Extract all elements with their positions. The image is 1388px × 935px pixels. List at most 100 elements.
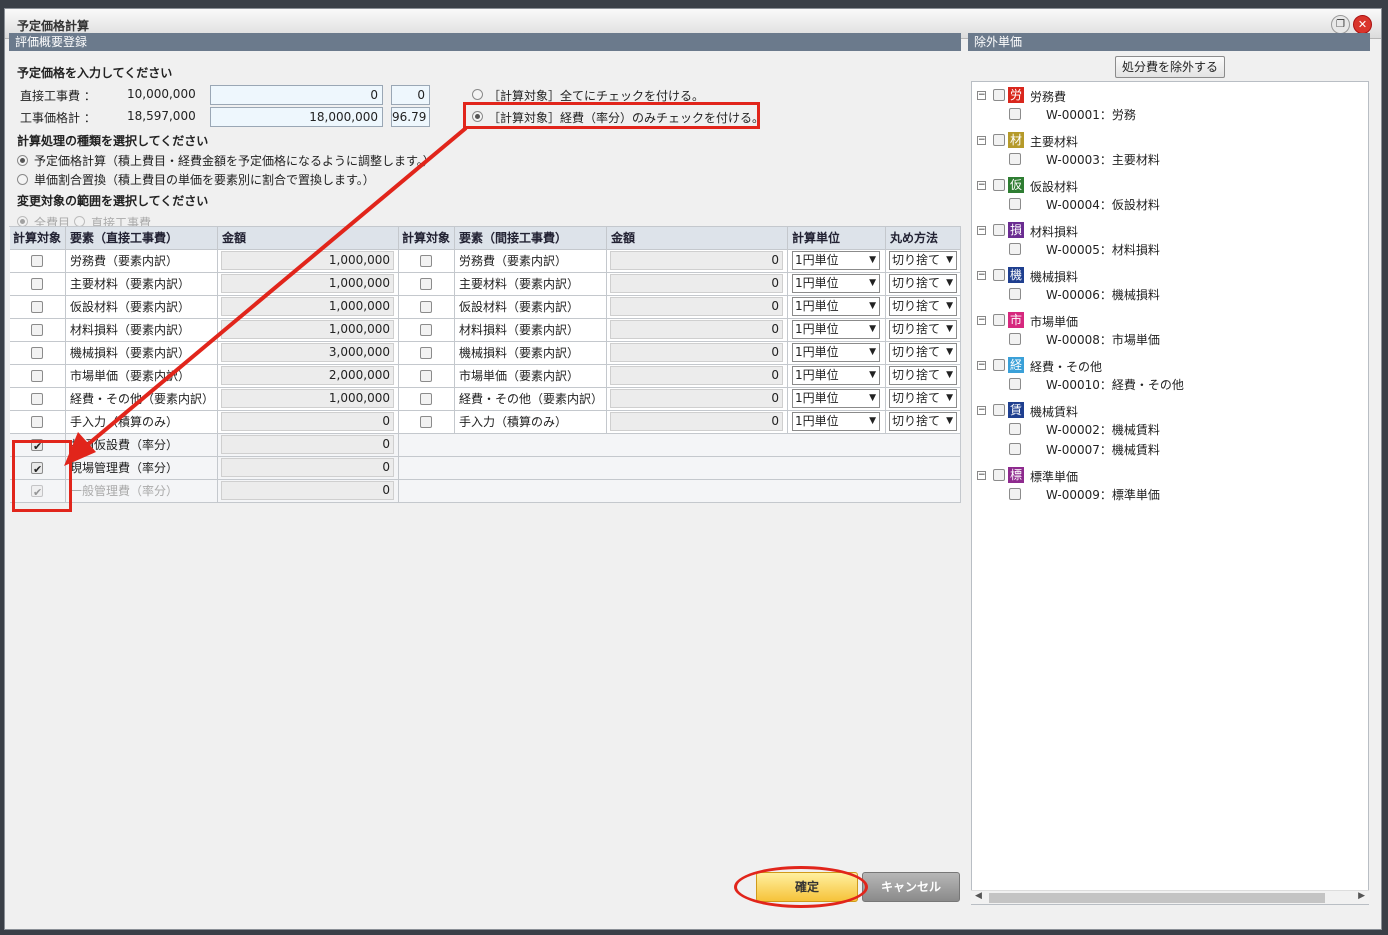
rounding-select[interactable]: 切り捨て ▼ — [889, 297, 957, 316]
check-all-radio[interactable] — [472, 89, 483, 100]
indirect-amount-field[interactable]: 0 — [610, 251, 783, 270]
unit-select-value: 1円単位 — [795, 322, 839, 336]
group-checkbox[interactable] — [993, 134, 1005, 146]
restore-icon[interactable]: ❐ — [1331, 15, 1350, 34]
rounding-select[interactable]: 切り捨て ▼ — [889, 412, 957, 431]
exclude-disposal-button[interactable]: 処分費を除外する — [1115, 56, 1225, 78]
group-checkbox[interactable] — [993, 179, 1005, 191]
group-checkbox[interactable] — [993, 224, 1005, 236]
total-price-input[interactable]: 18,000,000 — [210, 107, 383, 127]
unit-select[interactable]: 1円単位 ▼ — [792, 320, 880, 339]
group-checkbox[interactable] — [993, 314, 1005, 326]
direct-target-checkbox[interactable] — [31, 347, 43, 359]
indirect-amount-field[interactable]: 0 — [610, 274, 783, 293]
total-ratio-input[interactable]: 96.79 — [391, 107, 430, 127]
rounding-select[interactable]: 切り捨て ▼ — [889, 320, 957, 339]
collapse-icon[interactable]: − — [977, 181, 986, 190]
table-cell — [399, 250, 455, 273]
direct-target-checkbox[interactable] — [31, 255, 43, 267]
unit-select-value: 1円単位 — [795, 414, 839, 428]
expense-amount-field[interactable]: 0 — [221, 458, 394, 477]
indirect-target-checkbox[interactable] — [420, 370, 432, 382]
indirect-amount-field[interactable]: 0 — [610, 297, 783, 316]
indirect-amount-field[interactable]: 0 — [610, 366, 783, 385]
direct-target-checkbox[interactable] — [31, 370, 43, 382]
direct-amount-field[interactable]: 1,000,000 — [221, 320, 394, 339]
item-checkbox[interactable] — [1009, 333, 1021, 345]
item-checkbox[interactable] — [1009, 488, 1021, 500]
unit-select[interactable]: 1円単位 ▼ — [792, 366, 880, 385]
unit-select[interactable]: 1円単位 ▼ — [792, 274, 880, 293]
item-checkbox[interactable] — [1009, 198, 1021, 210]
group-checkbox[interactable] — [993, 469, 1005, 481]
direct-amount-field[interactable]: 1,000,000 — [221, 274, 394, 293]
scroll-left-icon[interactable]: ◀ — [975, 891, 982, 901]
item-checkbox[interactable] — [1009, 423, 1021, 435]
direct-target-checkbox[interactable] — [31, 278, 43, 290]
indirect-amount-field[interactable]: 0 — [610, 389, 783, 408]
rounding-select[interactable]: 切り捨て ▼ — [889, 343, 957, 362]
direct-amount-field[interactable]: 1,000,000 — [221, 297, 394, 316]
direct-target-checkbox[interactable] — [31, 324, 43, 336]
unit-select[interactable]: 1円単位 ▼ — [792, 343, 880, 362]
indirect-target-checkbox[interactable] — [420, 393, 432, 405]
direct-amount-field[interactable]: 0 — [221, 412, 394, 431]
rounding-select[interactable]: 切り捨て ▼ — [889, 274, 957, 293]
collapse-icon[interactable]: − — [977, 471, 986, 480]
collapse-icon[interactable]: − — [977, 91, 986, 100]
collapse-icon[interactable]: − — [977, 406, 986, 415]
item-checkbox[interactable] — [1009, 243, 1021, 255]
item-checkbox[interactable] — [1009, 378, 1021, 390]
collapse-icon[interactable]: − — [977, 316, 986, 325]
direct-ratio-input[interactable]: 0 — [391, 85, 430, 105]
direct-amount-field[interactable]: 3,000,000 — [221, 343, 394, 362]
direct-target-checkbox[interactable] — [31, 301, 43, 313]
horizontal-scrollbar[interactable]: ◀ ▶ — [971, 890, 1369, 904]
unit-select[interactable]: 1円単位 ▼ — [792, 251, 880, 270]
unit-select[interactable]: 1円単位 ▼ — [792, 297, 880, 316]
collapse-icon[interactable]: − — [977, 226, 986, 235]
method-option1-radio[interactable] — [17, 155, 28, 166]
indirect-amount-field[interactable]: 0 — [610, 343, 783, 362]
indirect-target-checkbox[interactable] — [420, 301, 432, 313]
scrollbar-thumb[interactable] — [989, 893, 1325, 903]
rounding-select[interactable]: 切り捨て ▼ — [889, 366, 957, 385]
expense-amount-field[interactable]: 0 — [221, 435, 394, 454]
table-cell — [10, 388, 66, 411]
collapse-icon[interactable]: − — [977, 136, 986, 145]
rounding-select[interactable]: 切り捨て ▼ — [889, 389, 957, 408]
indirect-target-checkbox[interactable] — [420, 347, 432, 359]
indirect-amount-field[interactable]: 0 — [610, 412, 783, 431]
collapse-icon[interactable]: − — [977, 271, 986, 280]
direct-amount-field[interactable]: 1,000,000 — [221, 251, 394, 270]
cancel-button[interactable]: キャンセル — [862, 872, 960, 902]
right-panel-header: 除外単価 — [968, 33, 1370, 51]
close-icon[interactable]: ✕ — [1353, 15, 1372, 34]
item-checkbox[interactable] — [1009, 443, 1021, 455]
direct-target-checkbox[interactable] — [31, 416, 43, 428]
indirect-target-checkbox[interactable] — [420, 278, 432, 290]
collapse-icon[interactable]: − — [977, 361, 986, 370]
item-checkbox[interactable] — [1009, 288, 1021, 300]
item-checkbox[interactable] — [1009, 108, 1021, 120]
item-checkbox[interactable] — [1009, 153, 1021, 165]
group-checkbox[interactable] — [993, 404, 1005, 416]
direct-cost-input[interactable]: 0 — [210, 85, 383, 105]
group-checkbox[interactable] — [993, 359, 1005, 371]
indirect-amount-field[interactable]: 0 — [610, 320, 783, 339]
group-checkbox[interactable] — [993, 89, 1005, 101]
unit-select[interactable]: 1円単位 ▼ — [792, 389, 880, 408]
indirect-target-checkbox[interactable] — [420, 255, 432, 267]
direct-target-checkbox[interactable] — [31, 393, 43, 405]
tree-item-label: W-00002：機械賃料 — [1046, 423, 1160, 437]
method-option2-radio[interactable] — [17, 174, 28, 185]
rounding-select[interactable]: 切り捨て ▼ — [889, 251, 957, 270]
direct-amount-field[interactable]: 1,000,000 — [221, 389, 394, 408]
unit-select[interactable]: 1円単位 ▼ — [792, 412, 880, 431]
indirect-target-checkbox[interactable] — [420, 324, 432, 336]
indirect-target-checkbox[interactable] — [420, 416, 432, 428]
expense-amount-field[interactable]: 0 — [221, 481, 394, 500]
direct-amount-field[interactable]: 2,000,000 — [221, 366, 394, 385]
group-checkbox[interactable] — [993, 269, 1005, 281]
scroll-right-icon[interactable]: ▶ — [1358, 891, 1365, 901]
